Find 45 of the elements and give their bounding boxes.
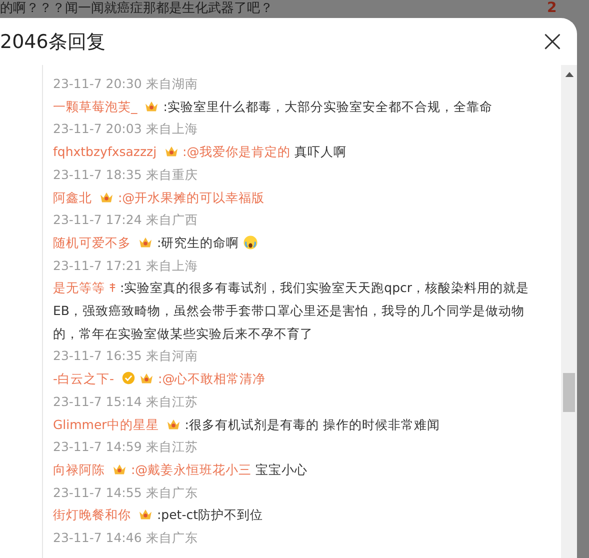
user-link[interactable]: -白云之下- [53, 371, 114, 386]
user-link[interactable]: Glimmer中的星星 [53, 416, 159, 432]
reply-time: 23-11-7 20:30 来自湖南 [53, 75, 199, 93]
scroll-up-icon[interactable] [564, 72, 574, 77]
comment-text: 宝宝小心 [256, 462, 308, 477]
crying-emoji-icon [243, 234, 258, 250]
reply-time: 23-11-7 14:59 来自江苏 [53, 438, 199, 456]
crown-icon [164, 144, 179, 158]
comment-text: :pet-ct防护不到位 [156, 507, 263, 522]
user-link[interactable]: fqhxtbzyfxsazzzj [53, 144, 157, 160]
comment-text: 真吓人啊 [294, 144, 346, 160]
mention-link[interactable]: :@戴姜永恒班花小三 [130, 462, 252, 477]
user-link[interactable]: 是无等等 [53, 280, 105, 296]
scrollbar[interactable] [561, 65, 577, 558]
comment-text: 的，常年在实验室做某些实验后来不孕不育了 [53, 326, 313, 341]
crown-icon [138, 507, 153, 522]
comment-text: :研究生的命啊 [156, 234, 240, 250]
reply-time: 23-11-7 15:14 来自江苏 [53, 392, 199, 411]
mention-link[interactable]: :@我爱你是肯定的 [182, 144, 290, 160]
reply-time: 23-11-7 17:24 来自广西 [53, 211, 199, 230]
reply-time: 23-11-7 20:03 来自上海 [53, 120, 199, 138]
user-link[interactable]: 街灯晚餐和你 [53, 507, 131, 522]
comment-text: :实验室里什么都毒，大部分实验室安全都不合规，全靠命 [163, 98, 492, 114]
reply-time: 23-11-7 18:35 来自重庆 [53, 166, 199, 184]
user-link[interactable]: 阿鑫北 [53, 190, 92, 205]
comment-text: EB，强致癌致畸物，虽然会带手套带口罩心里还是害怕，我导的几个同学是做动物 [53, 303, 524, 318]
mention-link[interactable]: :@开水果摊的可以幸福版 [118, 190, 265, 205]
scroll-thumb[interactable] [563, 373, 575, 412]
comment-text: :很多有机试剂是有毒的 操作的时候非常难闻 [184, 416, 440, 432]
user-link[interactable]: 随机可爱不多 [53, 234, 131, 250]
reply-time: 23-11-7 14:55 来自广东 [53, 484, 199, 502]
rank-number: 2 [547, 0, 557, 17]
verified-icon [121, 371, 136, 386]
close-button[interactable]: × [534, 26, 571, 56]
reply-time: 23-11-7 16:35 来自河南 [53, 347, 199, 366]
reply-time: 23-11-7 17:21 来自上海 [53, 256, 199, 275]
crown-icon [139, 371, 154, 386]
post-text: 的啊？？？闻一闻就癌症那都是生化武器了吧？ [0, 0, 273, 18]
dialog-title: 2046条回复 [0, 30, 106, 54]
reply-time: 23-11-7 14:46 来自广东 [53, 529, 199, 548]
tag-icon [108, 282, 116, 294]
mention-link[interactable]: :@心不敢相常清净 [158, 371, 266, 386]
comment-text: :实验室真的很多有毒试剂，我们实验室天天跑qpcr，核酸染料用的就是 [120, 280, 530, 296]
user-link[interactable]: 向禄阿陈 [53, 462, 105, 477]
user-link[interactable]: 一颗草莓泡芙_ [53, 98, 138, 114]
